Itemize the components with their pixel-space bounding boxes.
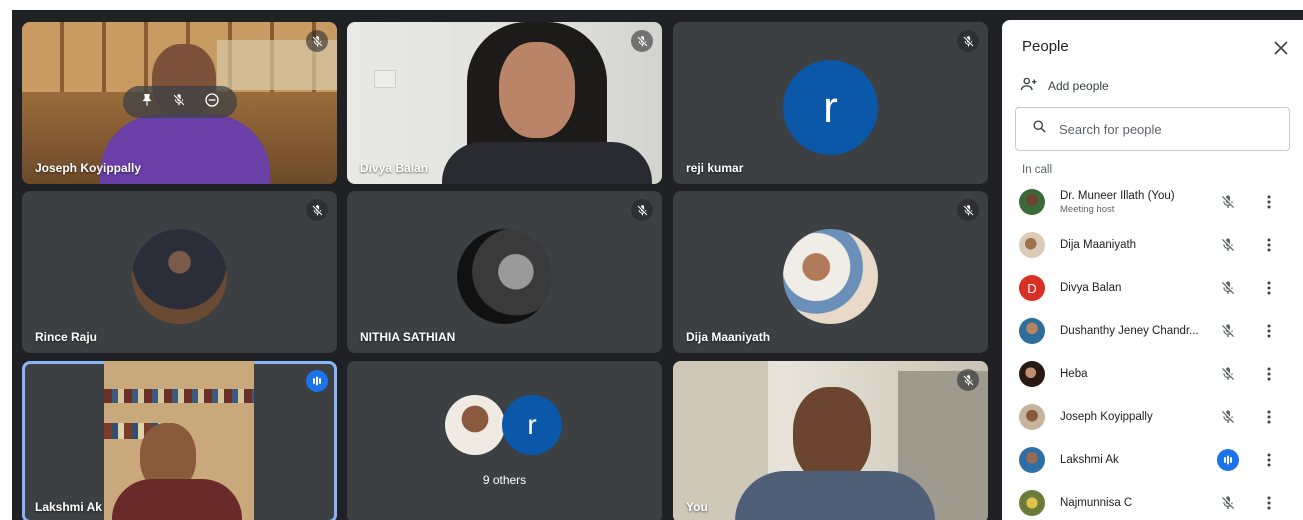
participant-name: Heba	[1060, 368, 1088, 380]
participant-name: Lakshmi Ak	[35, 500, 102, 514]
video-tile-others[interactable]: r 9 others	[347, 361, 662, 520]
participant-name: Lakshmi Ak	[1060, 454, 1119, 466]
participant-row[interactable]: Lakshmi Ak	[1002, 439, 1303, 482]
more-vert-icon[interactable]	[1260, 191, 1278, 213]
participant-list: Dr. Muneer Illath (You) Meeting host Dij…	[1002, 181, 1303, 520]
mic-off-icon	[957, 30, 979, 52]
mic-off-icon	[957, 199, 979, 221]
person-face	[793, 387, 871, 483]
more-vert-icon[interactable]	[1260, 234, 1278, 256]
mic-off-icon[interactable]	[1217, 191, 1239, 213]
search-box[interactable]	[1015, 107, 1290, 151]
remove-icon[interactable]	[204, 92, 220, 113]
participant-row[interactable]: Joseph Koyippally	[1002, 396, 1303, 439]
participant-name: You	[686, 500, 708, 514]
speaking-icon	[306, 370, 328, 392]
profile-photo	[445, 395, 505, 455]
avatar	[1019, 232, 1045, 258]
profile-photo	[457, 229, 552, 324]
participant-row[interactable]: Dr. Muneer Illath (You) Meeting host	[1002, 181, 1303, 224]
avatar	[1019, 361, 1045, 387]
participant-name: Divya Balan	[1060, 282, 1122, 294]
video-tile-lakshmi[interactable]: Lakshmi Ak	[22, 361, 337, 520]
participant-name: Dija Maaniyath	[686, 330, 771, 344]
more-vert-icon[interactable]	[1260, 449, 1278, 471]
mic-off-icon	[957, 369, 979, 391]
letter-avatar: r	[783, 60, 878, 155]
participant-row[interactable]: Dushanthy Jeney Chandr...	[1002, 310, 1303, 353]
mic-off-icon[interactable]	[1217, 234, 1239, 256]
participant-role: Meeting host	[1060, 204, 1115, 215]
mic-off-icon	[306, 30, 328, 52]
video-tile-nithia[interactable]: NITHIA SATHIAN	[347, 191, 662, 353]
person-face	[499, 42, 575, 138]
participant-name: Dr. Muneer Illath (You)	[1060, 190, 1175, 202]
video-tile-reji[interactable]: r reji kumar	[673, 22, 988, 184]
avatar: D	[1019, 275, 1045, 301]
mic-off-icon	[631, 30, 653, 52]
search-icon	[1032, 119, 1047, 139]
add-people-label: Add people	[1048, 78, 1109, 93]
video-tile-rince[interactable]: Rince Raju	[22, 191, 337, 353]
mic-off-icon[interactable]	[172, 93, 186, 112]
avatar	[1019, 447, 1045, 473]
participant-name: Najmunnisa C	[1060, 497, 1133, 509]
wall-switch	[374, 70, 396, 88]
participant-row[interactable]: Heba	[1002, 353, 1303, 396]
section-label: In call	[1022, 164, 1053, 176]
participant-name: Joseph Koyippally	[1060, 411, 1153, 423]
participant-name: Dija Maaniyath	[1060, 239, 1137, 251]
add-people-button[interactable]: Add people	[1020, 76, 1109, 95]
pin-icon[interactable]	[140, 93, 154, 112]
person-saree	[112, 479, 242, 520]
avatar	[1019, 318, 1045, 344]
others-count: 9 others	[482, 473, 527, 487]
close-icon[interactable]	[1269, 36, 1293, 60]
panel-title: People	[1022, 38, 1069, 55]
participant-row[interactable]: Najmunnisa C	[1002, 482, 1303, 520]
more-vert-icon[interactable]	[1260, 406, 1278, 428]
video-tile-joseph[interactable]: Joseph Koyippally	[22, 22, 337, 184]
participant-row[interactable]: Dija Maaniyath	[1002, 224, 1303, 267]
avatar	[1019, 404, 1045, 430]
profile-photo	[783, 229, 878, 324]
letter-avatar: r	[502, 395, 562, 455]
tile-hover-controls	[123, 86, 237, 118]
books-row	[104, 389, 254, 403]
profile-photo	[132, 229, 227, 324]
video-tile-divya[interactable]: Divya Balan	[347, 22, 662, 184]
person-top	[442, 142, 652, 184]
more-vert-icon[interactable]	[1260, 363, 1278, 385]
participant-name: reji kumar	[686, 161, 744, 175]
video-tile-dija[interactable]: Dija Maaniyath	[673, 191, 988, 353]
more-vert-icon[interactable]	[1260, 320, 1278, 342]
video-tile-you[interactable]: You	[673, 361, 988, 520]
mic-off-icon[interactable]	[1217, 320, 1239, 342]
more-vert-icon[interactable]	[1260, 277, 1278, 299]
mic-off-icon	[306, 199, 328, 221]
participant-name: Divya Balan	[360, 161, 429, 175]
avatar	[1019, 189, 1045, 215]
mic-off-icon[interactable]	[1217, 492, 1239, 514]
participant-row[interactable]: D Divya Balan	[1002, 267, 1303, 310]
mic-off-icon[interactable]	[1217, 277, 1239, 299]
participant-name: NITHIA SATHIAN	[360, 330, 456, 344]
people-panel: People Add people In call Dr. Muneer Ill…	[1002, 20, 1303, 520]
more-vert-icon[interactable]	[1260, 492, 1278, 514]
search-input[interactable]	[1059, 121, 1259, 137]
participant-name: Rince Raju	[35, 330, 98, 344]
mic-off-icon	[631, 199, 653, 221]
speaking-icon[interactable]	[1217, 449, 1239, 471]
participant-name: Dushanthy Jeney Chandr...	[1060, 325, 1199, 337]
mic-off-icon[interactable]	[1217, 406, 1239, 428]
add-person-icon	[1020, 76, 1038, 95]
participant-name: Joseph Koyippally	[35, 161, 142, 175]
person-shirt	[735, 471, 935, 520]
avatar	[1019, 490, 1045, 516]
mic-off-icon[interactable]	[1217, 363, 1239, 385]
